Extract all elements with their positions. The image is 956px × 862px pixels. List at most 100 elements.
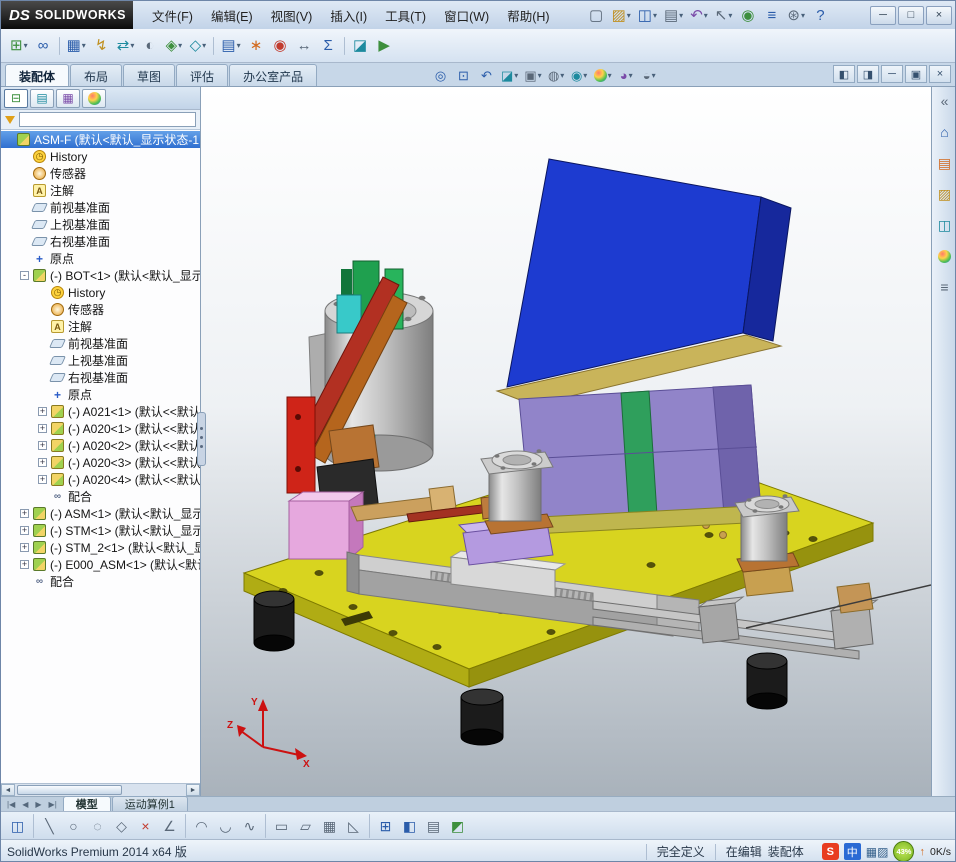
tree-item[interactable]: History (1, 148, 200, 165)
linear-pattern-icon[interactable]: ▦ ▾ (64, 33, 89, 59)
undo-icon[interactable]: ↶ ▾ (687, 2, 711, 28)
tree-expander[interactable]: + (38, 407, 47, 416)
tree-filter-input[interactable] (19, 112, 196, 127)
polygon-icon[interactable]: ◇ (110, 814, 133, 838)
tree-item[interactable]: + (-) A020<4> (默认<<默认 (1, 471, 200, 488)
mate-icon[interactable]: ∞ (32, 33, 55, 59)
nav-last-button[interactable]: ▶| (46, 800, 60, 809)
separator[interactable] (213, 36, 215, 55)
doc-restore-icon[interactable]: ▣ (905, 65, 927, 83)
zoom-area-icon[interactable]: ⊡ (452, 64, 475, 86)
tree-item[interactable]: History (1, 284, 200, 301)
apply-scene-icon[interactable]: ◕ ▾ (615, 64, 638, 86)
doc-pane-right-icon[interactable]: ◨ (857, 65, 879, 83)
circle-icon[interactable]: ○ (62, 814, 85, 838)
separator[interactable] (369, 813, 370, 838)
smart-fasteners-icon[interactable]: ↯ (90, 33, 113, 59)
reference-geometry-icon[interactable]: ◇ ▾ (186, 33, 209, 59)
tree-expander[interactable]: + (38, 441, 47, 450)
move-component-icon[interactable]: ⇄ ▾ (114, 33, 138, 59)
ellipse-icon[interactable]: ◌ (86, 814, 109, 838)
configurationmanager-tab-icon[interactable]: ▦ (56, 88, 80, 108)
tree-item[interactable]: + (-) A020<3> (默认<<默认 (1, 454, 200, 471)
options-icon[interactable]: ⊛ ▾ (784, 2, 808, 28)
sw-resources-icon[interactable]: ⌂ (935, 122, 955, 142)
viewport-3d[interactable]: Y X Z (201, 87, 931, 796)
interference-detection-icon[interactable]: ◉ (269, 33, 292, 59)
tree-expander[interactable] (38, 305, 47, 314)
separator[interactable] (33, 813, 34, 838)
tree-item[interactable]: ASM-F (默认<默认_显示状态-1 (1, 131, 200, 148)
tree-expander[interactable] (38, 322, 47, 331)
arc-icon[interactable]: ◠ (190, 814, 213, 838)
tree-item[interactable]: 原点 (1, 250, 200, 267)
help-icon[interactable]: ? (809, 2, 832, 28)
tree-expander[interactable] (20, 169, 29, 178)
view-palette-icon[interactable]: ◫ (935, 215, 955, 235)
view-settings-icon[interactable]: ◒ ▾ (638, 64, 661, 86)
measure-icon[interactable]: ↔ (293, 33, 316, 59)
new-document-icon[interactable]: ▢ (585, 2, 608, 28)
command-tab[interactable]: 草图 (123, 64, 176, 86)
tree-item[interactable]: + (-) STM_2<1> (默认<默认_显 (1, 539, 200, 556)
tree-expander[interactable] (38, 373, 47, 382)
mass-properties-icon[interactable]: Σ (317, 33, 340, 59)
shaded-view-icon[interactable]: ◧ (398, 814, 421, 838)
open-icon[interactable]: ▨ ▾ (609, 2, 634, 28)
tree-expander[interactable] (20, 237, 29, 246)
tree-item[interactable]: 配合 (1, 573, 200, 590)
tree-expander[interactable] (38, 390, 47, 399)
menu-item[interactable]: 编辑(E) (202, 1, 262, 30)
panel-horizontal-scrollbar[interactable]: ◄ ► (1, 783, 200, 796)
assembly-features-icon[interactable]: ◈ ▾ (162, 33, 185, 59)
appearances-icon[interactable]: ● (935, 246, 955, 266)
tree-expander[interactable] (38, 492, 47, 501)
maximize-button[interactable]: □ (898, 5, 924, 25)
tree-item[interactable]: 前视基准面 (1, 335, 200, 352)
file-explorer-icon[interactable]: ▨ (935, 184, 955, 204)
section-view-icon[interactable]: ◪ ▾ (498, 64, 521, 86)
tree-expander[interactable]: + (38, 424, 47, 433)
tree-expander[interactable]: + (38, 475, 47, 484)
grid-icon[interactable]: ▤ (422, 814, 445, 838)
file-properties-icon[interactable]: ≡ (760, 2, 783, 28)
custom-properties-icon[interactable]: ≡ (935, 277, 955, 297)
nav-next-button[interactable]: ▶ (32, 800, 44, 809)
study-tab[interactable]: 模型 (62, 796, 111, 811)
edit-appearance-icon[interactable]: ● ▾ (591, 64, 615, 86)
doc-minimize-icon[interactable]: ─ (881, 65, 903, 83)
convert-entities-icon[interactable]: ⊞ (374, 814, 397, 838)
tray-keyboard-icon[interactable]: ▦ (866, 845, 877, 859)
angle-icon[interactable]: ◺ (342, 814, 365, 838)
tree-expander[interactable] (20, 220, 29, 229)
collapse-taskpane-icon[interactable]: « (935, 91, 955, 111)
sogou-ime-icon[interactable]: S (821, 843, 839, 860)
tree-expander[interactable] (38, 356, 47, 365)
ime-language-icon[interactable]: 中 (843, 843, 861, 860)
tree-item[interactable]: + (-) A020<1> (默认<<默认 (1, 420, 200, 437)
spline-icon[interactable]: ∿ (238, 814, 261, 838)
tree-expander[interactable]: + (20, 543, 29, 552)
tree-expander[interactable]: + (20, 509, 29, 518)
tangent-arc-icon[interactable]: ◡ (214, 814, 237, 838)
tree-item[interactable]: + (-) ASM<1> (默认<默认_显示 (1, 505, 200, 522)
propertymanager-tab-icon[interactable]: ▤ (30, 88, 54, 108)
save-icon[interactable]: ◫ (6, 814, 29, 838)
view-orientation-icon[interactable]: ▣ ▾ (521, 64, 544, 86)
menu-item[interactable]: 工具(T) (376, 1, 435, 30)
previous-view-icon[interactable]: ↶ (475, 64, 498, 86)
nav-prev-button[interactable]: ◀ (19, 800, 31, 809)
tree-expander[interactable] (38, 339, 47, 348)
command-tab[interactable]: 办公室产品 (229, 64, 318, 86)
tree-item[interactable]: 注解 (1, 318, 200, 335)
tree-item[interactable]: + (-) A020<2> (默认<<默认 (1, 437, 200, 454)
menu-item[interactable]: 窗口(W) (435, 1, 498, 30)
command-tab[interactable]: 布局 (70, 64, 123, 86)
menu-item[interactable]: 文件(F) (143, 1, 202, 30)
displaymanager-tab-icon[interactable]: ● (82, 88, 106, 108)
zoom-fit-icon[interactable]: ◎ (429, 64, 452, 86)
save-icon[interactable]: ◫ ▾ (635, 2, 660, 28)
scroll-right-button[interactable]: ► (186, 784, 200, 796)
tree-expander[interactable]: - (20, 271, 29, 280)
tree-expander[interactable] (20, 203, 29, 212)
